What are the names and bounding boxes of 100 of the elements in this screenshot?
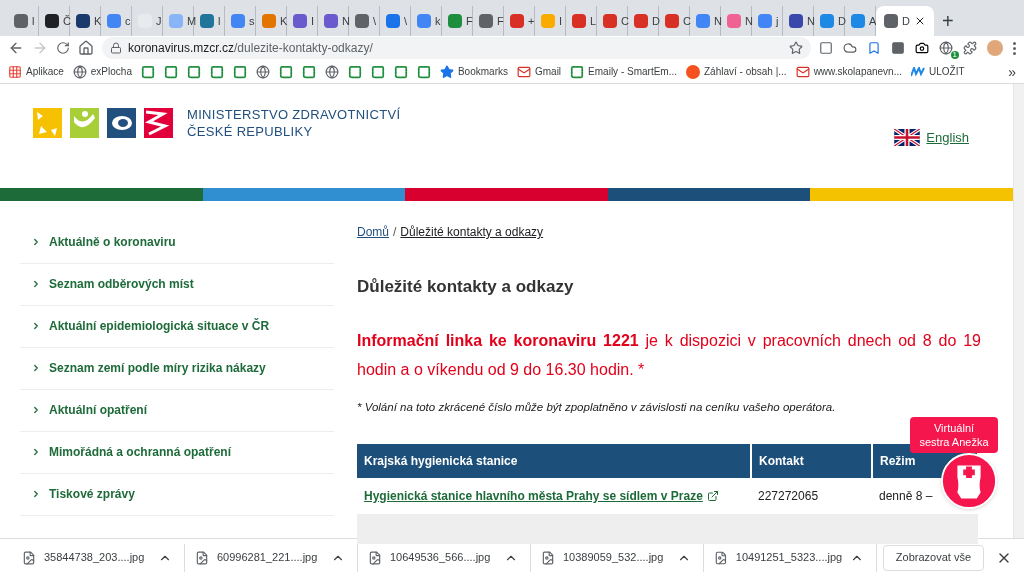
bookmark-item[interactable]: Gmail (516, 64, 562, 79)
uk-flag-icon (894, 129, 921, 147)
browser-tab[interactable]: s (225, 6, 256, 36)
more-bookmarks-button[interactable]: » (1008, 61, 1016, 82)
bookmark-item[interactable] (347, 64, 362, 79)
browser-tab[interactable]: D (814, 6, 845, 36)
browser-tab[interactable]: L (566, 6, 597, 36)
bookmark-icon[interactable] (867, 41, 881, 55)
breadcrumb-current-link[interactable]: Důležité kontakty a odkazy (400, 223, 544, 241)
browser-tab[interactable]: \ (349, 6, 380, 36)
sidebar-link[interactable]: Tiskové zprávy (20, 473, 334, 516)
browser-tab[interactable]: c (101, 6, 132, 36)
globe-icon (255, 64, 270, 79)
sidebar-link[interactable]: Aktuální epidemiologická situace v ČR (20, 305, 334, 348)
cloud-icon[interactable] (843, 41, 857, 55)
browser-tab[interactable]: M (163, 6, 194, 36)
sidebar-link[interactable]: Mimořádná a ochranná opatření (20, 431, 334, 474)
show-all-button[interactable]: Zobrazovat vše (882, 544, 984, 571)
tab-title: K (280, 13, 288, 29)
breadcrumb-home-link[interactable]: Domů (357, 223, 389, 241)
browser-tab[interactable]: Č (39, 6, 70, 36)
browser-tab[interactable]: + (504, 6, 535, 36)
bookmark-item[interactable] (416, 64, 431, 79)
browser-tab[interactable]: j (752, 6, 783, 36)
bookmark-item[interactable] (209, 64, 224, 79)
tab-title: D (902, 13, 910, 29)
browser-tab[interactable]: I (287, 6, 318, 36)
reload-icon[interactable] (56, 41, 70, 55)
browser-tab[interactable]: l (194, 6, 225, 36)
breadcrumb-separator: / (393, 224, 397, 241)
home-icon[interactable] (78, 40, 94, 56)
tab-title: Č (63, 13, 71, 29)
bookmark-item[interactable] (255, 64, 270, 79)
browser-tab[interactable]: k (411, 6, 442, 36)
bookmark-item[interactable]: Emaily - SmartEm... (570, 64, 677, 79)
tab-title: C (683, 13, 691, 29)
assistant-tooltip[interactable]: Virtuální sestra Anežka (910, 417, 998, 453)
square-icon (140, 64, 155, 79)
bookmark-item[interactable] (163, 64, 178, 79)
close-icon[interactable] (914, 15, 926, 27)
bookmark-item[interactable] (278, 64, 293, 79)
download-item[interactable]: 35844738_203....jpg (44, 549, 145, 566)
tab-title: C (621, 13, 629, 29)
station-link[interactable]: Hygienická stanice hlavního města Prahy se sídlem v Praze (364, 486, 719, 505)
download-item[interactable]: 60996281_221....jpg (217, 549, 318, 566)
new-tab-button[interactable]: + (934, 6, 962, 36)
bookmark-item[interactable] (232, 64, 247, 79)
camera-icon[interactable] (915, 41, 929, 55)
browser-tab[interactable]: K (70, 6, 101, 36)
browser-tab[interactable]: F (442, 6, 473, 36)
sidebar-link[interactable]: Seznam odběrových míst (20, 263, 334, 306)
bookmark-item[interactable] (370, 64, 385, 79)
bookmark-item[interactable] (324, 64, 339, 79)
address-bar[interactable]: koronavirus.mzcr.cz/dulezite-kontakty-odkazy/ (102, 37, 811, 59)
browser-tab[interactable]: C (659, 6, 690, 36)
browser-tab[interactable]: N (318, 6, 349, 36)
bookmark-item[interactable]: Aplikace (8, 64, 64, 79)
download-item[interactable]: 10649536_566....jpg (390, 549, 491, 566)
browser-tab[interactable]: N (783, 6, 814, 36)
bookmark-item[interactable]: www.skolapanevn... (795, 64, 903, 79)
browser-tab[interactable]: N (690, 6, 721, 36)
browser-tab[interactable]: K (256, 6, 287, 36)
bookmark-item[interactable]: ULOŽIT (911, 64, 965, 79)
tab-title: N (807, 13, 815, 29)
extensions-icon[interactable] (963, 41, 977, 55)
browser-tab[interactable]: D (876, 6, 934, 36)
square-icon (393, 64, 408, 79)
browser-tab[interactable]: F (473, 6, 504, 36)
sidebar-link[interactable]: Aktuálně o koronaviru (20, 221, 334, 264)
info-text: Informační linka ke koronaviru 1221 je k dispozici v pracovních dnech od 8 do 19 hodin a o víkendu od 9 do 16.30 hodin. * (357, 330, 981, 380)
browser-tab[interactable]: \ (380, 6, 411, 36)
back-icon[interactable] (8, 40, 24, 56)
download-item[interactable]: 10491251_5323....jpg (735, 549, 843, 566)
browser-tab[interactable]: J (132, 6, 163, 36)
bookmark-item[interactable] (186, 64, 201, 79)
bookmark-item[interactable]: exPlocha (72, 64, 132, 79)
browser-tab[interactable]: D (628, 6, 659, 36)
bookmark-item[interactable] (140, 64, 155, 79)
sidebar-link[interactable]: Aktuální opatření (20, 389, 334, 432)
browser-tab[interactable]: l (8, 6, 39, 36)
language-link[interactable]: English (926, 128, 969, 148)
chevron-icon (31, 321, 41, 331)
bookmark-item[interactable]: Bookmarks (439, 64, 508, 79)
bookmark-item[interactable] (393, 64, 408, 79)
menu-icon[interactable] (1013, 41, 1016, 55)
browser-tab[interactable]: I (535, 6, 566, 36)
nurse-avatar-icon[interactable] (940, 452, 998, 510)
tab-title: J (156, 13, 162, 29)
browser-tab[interactable]: C (597, 6, 628, 36)
column-header: Krajská hygienická stanice (357, 443, 751, 478)
download-item[interactable]: 10389059_532....jpg (563, 549, 664, 566)
sidebar-link[interactable]: Seznam zemí podle míry rizika nákazy (20, 347, 334, 390)
bookmark-item[interactable]: Záhlaví - obsah |... (686, 64, 787, 79)
browser-tab[interactable]: A (845, 6, 876, 36)
browser-tab[interactable]: N (721, 6, 752, 36)
bookmark-star-icon[interactable] (789, 41, 803, 55)
square-icon (163, 64, 178, 79)
chevron-icon (31, 405, 41, 415)
tab-title: N (342, 13, 350, 29)
bookmark-item[interactable] (301, 64, 316, 79)
